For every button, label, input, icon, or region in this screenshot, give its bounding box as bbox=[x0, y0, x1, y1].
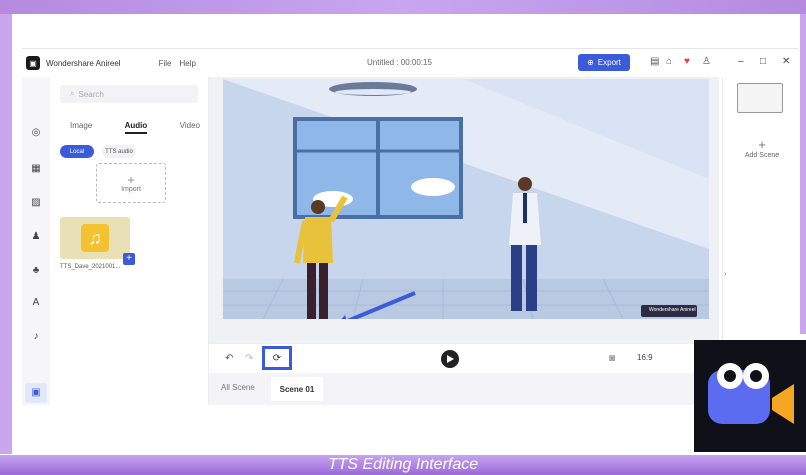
character-icon[interactable]: ♟ bbox=[30, 231, 42, 243]
import-label: Import bbox=[121, 185, 141, 193]
export-label: Export bbox=[597, 58, 621, 67]
frame-top bbox=[0, 0, 806, 14]
scene-thumbnail[interactable] bbox=[737, 83, 783, 113]
app-logo-icon: ▣ bbox=[26, 56, 40, 70]
plus-icon: + bbox=[758, 137, 766, 152]
search-placeholder: Search bbox=[78, 89, 104, 99]
collapse-arrow-icon[interactable]: › bbox=[724, 269, 727, 278]
subtab-tts-audio[interactable]: TTS audio bbox=[102, 145, 136, 158]
tab-all-scene[interactable]: All Scene bbox=[221, 383, 255, 392]
app-window: ▣ Wondershare Anireel File Help Untitled… bbox=[22, 48, 799, 405]
scene-canvas[interactable]: Wondershare Anireel bbox=[223, 79, 709, 319]
play-icon bbox=[447, 355, 454, 363]
audio-icon[interactable]: ♪ bbox=[30, 331, 42, 343]
media-panel: ⌕ Search Image Audio Video Local TTS aud… bbox=[50, 77, 209, 405]
caption-bar: TTS Editing Interface bbox=[0, 455, 806, 475]
menu-help[interactable]: Help bbox=[179, 59, 195, 68]
maximize-icon[interactable]: □ bbox=[760, 56, 766, 67]
anireel-logo bbox=[694, 340, 806, 452]
prop-icon[interactable]: ♣ bbox=[30, 265, 42, 277]
music-note-icon: ♫ bbox=[81, 224, 109, 252]
canvas-watermark: Wondershare Anireel bbox=[649, 307, 696, 313]
search-input[interactable]: ⌕ Search bbox=[60, 85, 198, 103]
text-icon[interactable]: A bbox=[30, 297, 42, 309]
document-title: Untitled : 00:00:15 bbox=[367, 58, 432, 67]
tab-image[interactable]: Image bbox=[70, 121, 92, 134]
app-name: Wondershare Anireel bbox=[46, 58, 121, 68]
media-item-name: TTS_Dave_2021001... bbox=[60, 264, 121, 270]
add-scene-button[interactable]: + Add Scene bbox=[737, 137, 787, 159]
import-button[interactable]: + Import bbox=[96, 163, 166, 203]
caption-text: TTS Editing Interface bbox=[327, 456, 479, 473]
playback-controls: ↶ ↷ ⟳ ◙ 16:9 100 bbox=[209, 343, 719, 374]
aspect-ratio-select[interactable]: 16:9 bbox=[637, 353, 653, 362]
undo-icon[interactable]: ↶ bbox=[225, 353, 233, 364]
save-icon[interactable]: ▤ bbox=[650, 56, 659, 67]
export-button[interactable]: ⊕ Export bbox=[578, 54, 630, 71]
add-media-icon[interactable]: + bbox=[123, 253, 135, 265]
tts-convert-button[interactable]: ⟳ bbox=[262, 346, 292, 370]
template-icon[interactable]: ▦ bbox=[30, 163, 42, 175]
subtab-local[interactable]: Local bbox=[60, 145, 94, 158]
media-icon[interactable]: ▣ bbox=[30, 387, 42, 399]
left-rail: ◎ ▦ ▨ ♟ ♣ A ♪ ▣ bbox=[22, 77, 50, 405]
dashboard-icon[interactable]: ◎ bbox=[30, 127, 42, 139]
search-icon: ⌕ bbox=[70, 89, 75, 98]
frame-left bbox=[0, 14, 12, 454]
tab-video[interactable]: Video bbox=[180, 121, 200, 134]
export-icon: ⊕ bbox=[587, 58, 594, 67]
camera-icon[interactable]: ◙ bbox=[609, 353, 615, 364]
title-bar: ▣ Wondershare Anireel File Help Untitled… bbox=[22, 49, 798, 77]
minimize-icon[interactable]: – bbox=[738, 56, 744, 67]
tts-convert-icon: ⟳ bbox=[272, 352, 282, 364]
frame-right bbox=[800, 14, 806, 334]
tab-scene-01[interactable]: Scene 01 bbox=[271, 377, 323, 401]
background-icon[interactable]: ▨ bbox=[30, 197, 42, 209]
play-button[interactable] bbox=[441, 350, 459, 368]
camera-logo-icon bbox=[708, 363, 794, 424]
canvas-area: Wondershare Anireel bbox=[209, 77, 719, 343]
media-tabs: Image Audio Video bbox=[70, 121, 200, 134]
media-item-thumbnail[interactable]: ♫ + bbox=[60, 217, 135, 265]
scene-illustration bbox=[223, 79, 709, 319]
user-icon[interactable]: ♙ bbox=[702, 56, 711, 67]
home-icon[interactable]: ⌂ bbox=[666, 56, 672, 67]
cart-icon[interactable]: ♥ bbox=[684, 56, 690, 67]
add-scene-label: Add Scene bbox=[744, 152, 780, 159]
close-icon[interactable]: ✕ bbox=[782, 56, 790, 67]
tab-audio[interactable]: Audio bbox=[124, 121, 148, 134]
redo-icon[interactable]: ↷ bbox=[245, 353, 253, 364]
plus-icon: + bbox=[127, 172, 135, 187]
menu-file[interactable]: File bbox=[159, 59, 172, 68]
scene-tabs: All Scene Scene 01 bbox=[209, 373, 719, 405]
